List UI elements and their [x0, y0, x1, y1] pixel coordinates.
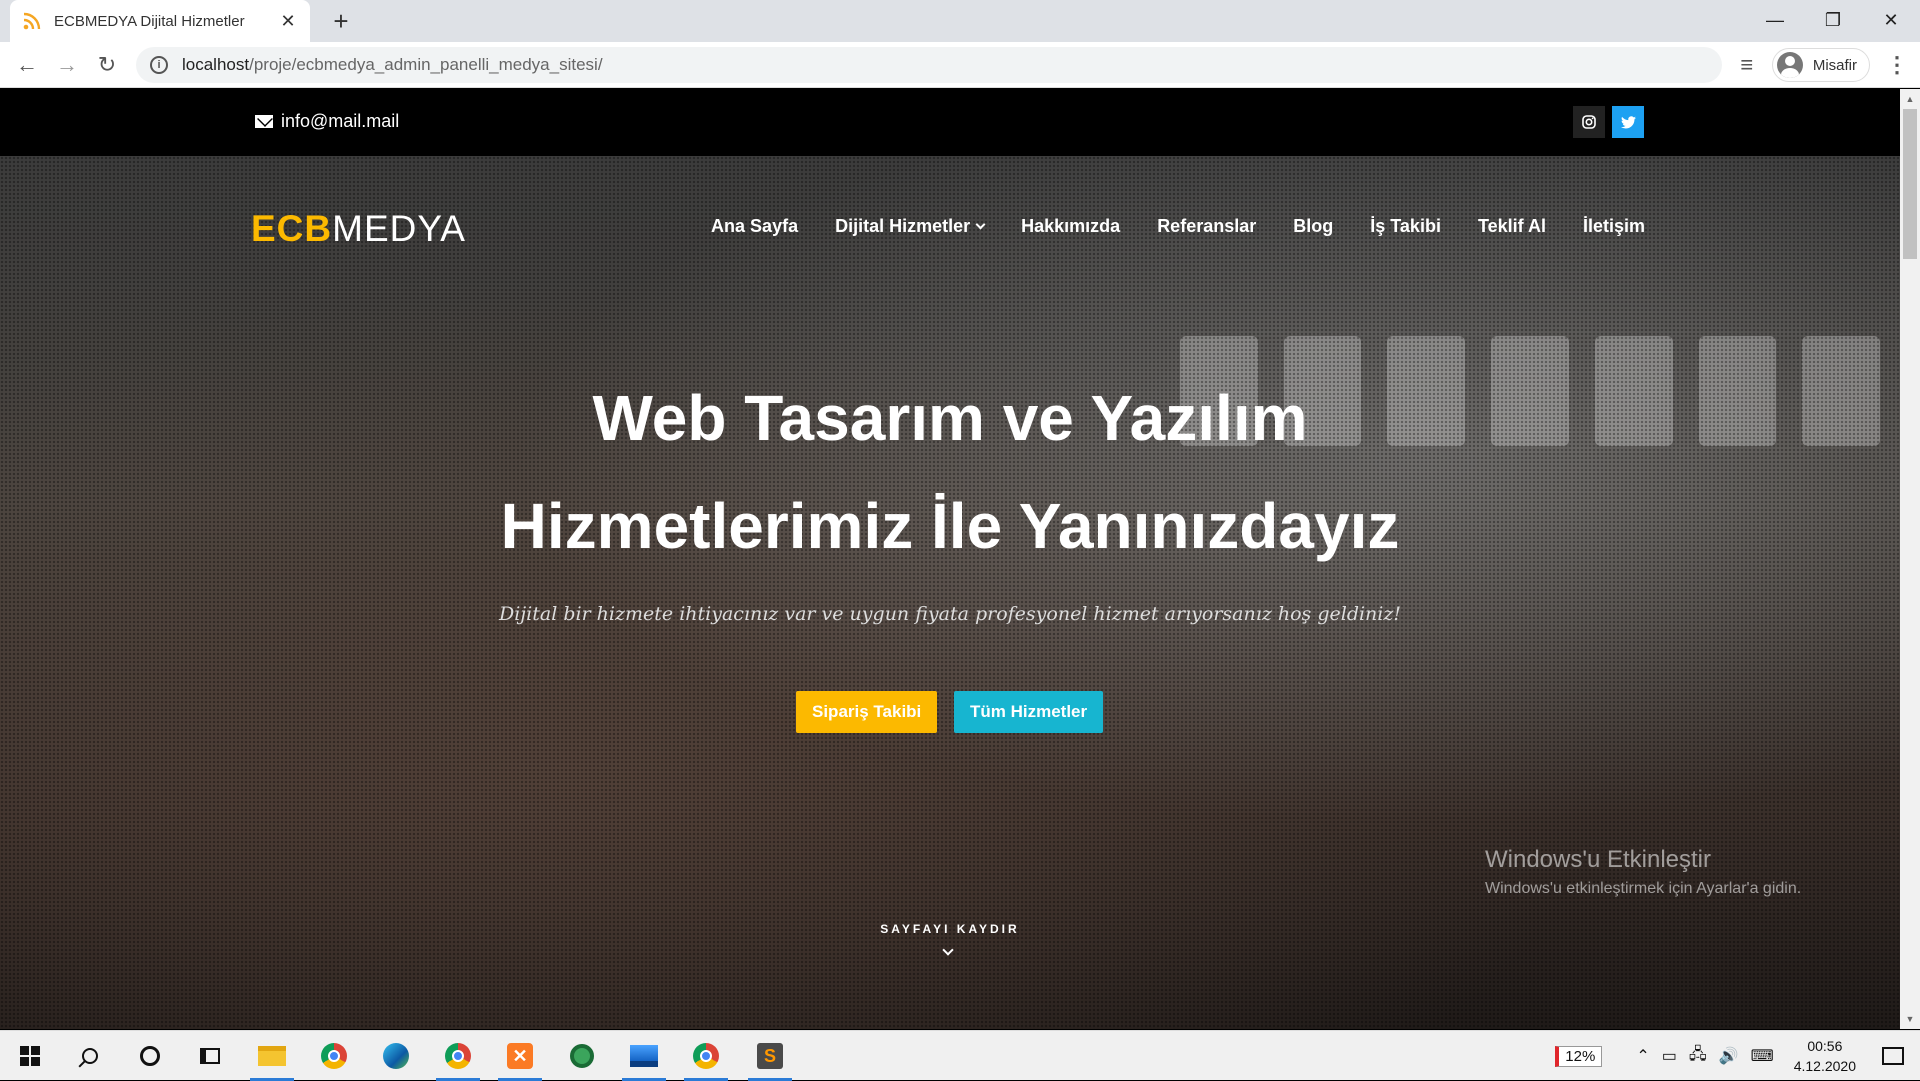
chrome-icon[interactable]: [680, 1031, 732, 1081]
system-tray: 12% ⌃ ▭ 🖧 🔊 ⌨ 00:56 4.12.2020: [1555, 1031, 1920, 1081]
windows-activation-watermark: Windows'u Etkinleştir Windows'u etkinleş…: [1485, 846, 1801, 898]
profile-button[interactable]: Misafir: [1771, 48, 1870, 82]
scrollbar-thumb[interactable]: [1903, 109, 1917, 259]
notification-center-icon[interactable]: [1882, 1047, 1904, 1065]
address-bar[interactable]: i localhost/proje/ecbmedya_admin_panelli…: [136, 47, 1722, 83]
nav-item-iletisim[interactable]: İletişim: [1583, 216, 1645, 237]
volume-icon[interactable]: 🔊: [1719, 1046, 1739, 1066]
nav-item-ana-sayfa[interactable]: Ana Sayfa: [711, 216, 798, 237]
clock[interactable]: 00:56 4.12.2020: [1794, 1036, 1856, 1076]
email-text: info@mail.mail: [281, 111, 400, 131]
envelope-icon: [255, 115, 273, 128]
hero-headline-line1: Web Tasarım ve Yazılım: [592, 382, 1308, 454]
hero-dot-overlay: [0, 156, 1900, 1029]
media-control-icon[interactable]: ≡: [1732, 50, 1762, 80]
hero-headline-line2: Hizmetlerimiz İle Yanınızdayız: [500, 490, 1400, 562]
logo-ecb: ECB: [251, 208, 333, 249]
instagram-icon[interactable]: [1573, 106, 1605, 138]
photos-icon[interactable]: [618, 1031, 670, 1081]
reload-icon[interactable]: ↻: [92, 50, 122, 80]
watermark-title: Windows'u Etkinleştir: [1485, 846, 1711, 873]
contact-email[interactable]: info@mail.mail: [255, 111, 399, 132]
nav-item-dijital-hizmetler[interactable]: Dijital Hizmetler: [835, 216, 986, 237]
avatar: [1776, 52, 1803, 78]
url-host: localhost: [182, 55, 250, 74]
back-icon[interactable]: ←: [12, 50, 42, 80]
hero-section: ECBMEDYA Ana Sayfa Dijital Hizmetler Hak…: [0, 156, 1900, 1029]
tab-title: ECBMEDYA Dijital Hizmetler: [54, 12, 245, 30]
task-view-icon[interactable]: [184, 1031, 236, 1081]
scroll-down-label[interactable]: SAYFAYI KAYDIR: [0, 922, 1900, 936]
network-icon[interactable]: 🖧: [1689, 1043, 1707, 1070]
minimize-icon[interactable]: —: [1746, 0, 1804, 40]
site-info-icon[interactable]: i: [150, 56, 168, 74]
menu-kebab-icon[interactable]: ⋮: [1882, 50, 1912, 80]
rss-favicon-icon: [22, 11, 42, 31]
clock-time: 00:56: [1807, 1038, 1843, 1054]
chrome-icon[interactable]: [308, 1031, 360, 1081]
nav-item-teklif-al[interactable]: Teklif Al: [1478, 216, 1546, 237]
watermark-subtitle: Windows'u etkinleştirmek için Ayarlar'a …: [1485, 880, 1802, 897]
keyboard-icon[interactable]: ⌨: [1751, 1046, 1774, 1066]
forward-icon[interactable]: →: [52, 50, 82, 80]
close-window-icon[interactable]: ✕: [1862, 0, 1920, 40]
scroll-down-icon[interactable]: ▼: [1900, 1011, 1920, 1027]
nav-item-label: Dijital Hizmetler: [835, 216, 971, 236]
windows-start-icon[interactable]: [4, 1031, 56, 1081]
clock-date: 4.12.2020: [1793, 1058, 1856, 1074]
search-icon[interactable]: [64, 1031, 116, 1081]
site-topbar: info@mail.mail: [0, 89, 1900, 156]
sublime-text-icon[interactable]: S: [744, 1031, 796, 1081]
file-explorer-icon[interactable]: [246, 1031, 298, 1081]
chevron-up-icon[interactable]: ⌃: [1636, 1046, 1649, 1066]
all-services-button[interactable]: Tüm Hizmetler: [954, 691, 1104, 733]
cortana-icon[interactable]: [124, 1031, 176, 1081]
maps-icon[interactable]: [556, 1031, 608, 1081]
chrome-icon[interactable]: [432, 1031, 484, 1081]
url-path: /proje/ecbmedya_admin_panelli_medya_site…: [249, 55, 603, 74]
browser-tab[interactable]: ECBMEDYA Dijital Hizmetler ✕: [10, 0, 310, 42]
logo-medya: MEDYA: [332, 208, 466, 249]
edge-icon[interactable]: [370, 1031, 422, 1081]
nav-item-hakkimizda[interactable]: Hakkımızda: [1021, 216, 1120, 237]
browser-toolbar: ← → ↻ i localhost/proje/ecbmedya_admin_p…: [0, 42, 1920, 88]
window-controls: — ❐ ✕: [1746, 0, 1920, 42]
nav-item-referanslar[interactable]: Referanslar: [1157, 216, 1256, 237]
nav-item-is-takibi[interactable]: İş Takibi: [1370, 216, 1441, 237]
page-scrollbar[interactable]: ▲ ▼: [1900, 89, 1920, 1029]
battery-indicator[interactable]: 12%: [1555, 1045, 1603, 1067]
browser-tab-bar: ECBMEDYA Dijital Hizmetler ✕ + — ❐ ✕: [0, 0, 1920, 42]
battery-icon[interactable]: ▭: [1662, 1046, 1677, 1066]
restore-icon[interactable]: ❐: [1804, 0, 1862, 40]
chevron-down-icon: [975, 219, 986, 230]
web-page: info@mail.mail ECBMEDYA Ana Sayfa Dijita…: [0, 89, 1900, 1029]
tab-close-icon[interactable]: ✕: [278, 11, 298, 32]
main-nav: Ana Sayfa Dijital Hizmetler Hakkımızda R…: [711, 216, 1645, 237]
profile-name: Misafir: [1812, 56, 1857, 74]
hero-subtitle: Dijital bir hizmete ihtiyacınız var ve u…: [498, 603, 1402, 625]
twitter-icon[interactable]: [1612, 106, 1644, 138]
scroll-up-icon[interactable]: ▲: [1900, 91, 1920, 107]
xampp-icon[interactable]: ✕: [494, 1031, 546, 1081]
windows-taskbar: ✕ S 12% ⌃ ▭ 🖧 🔊 ⌨ 00:56 4.12.2020: [0, 1030, 1920, 1081]
nav-item-blog[interactable]: Blog: [1293, 216, 1333, 237]
order-tracking-button[interactable]: Sipariş Takibi: [796, 691, 938, 733]
url-text[interactable]: localhost/proje/ecbmedya_admin_panelli_m…: [182, 55, 603, 75]
site-logo[interactable]: ECBMEDYA: [251, 208, 466, 250]
new-tab-button[interactable]: +: [326, 6, 356, 36]
